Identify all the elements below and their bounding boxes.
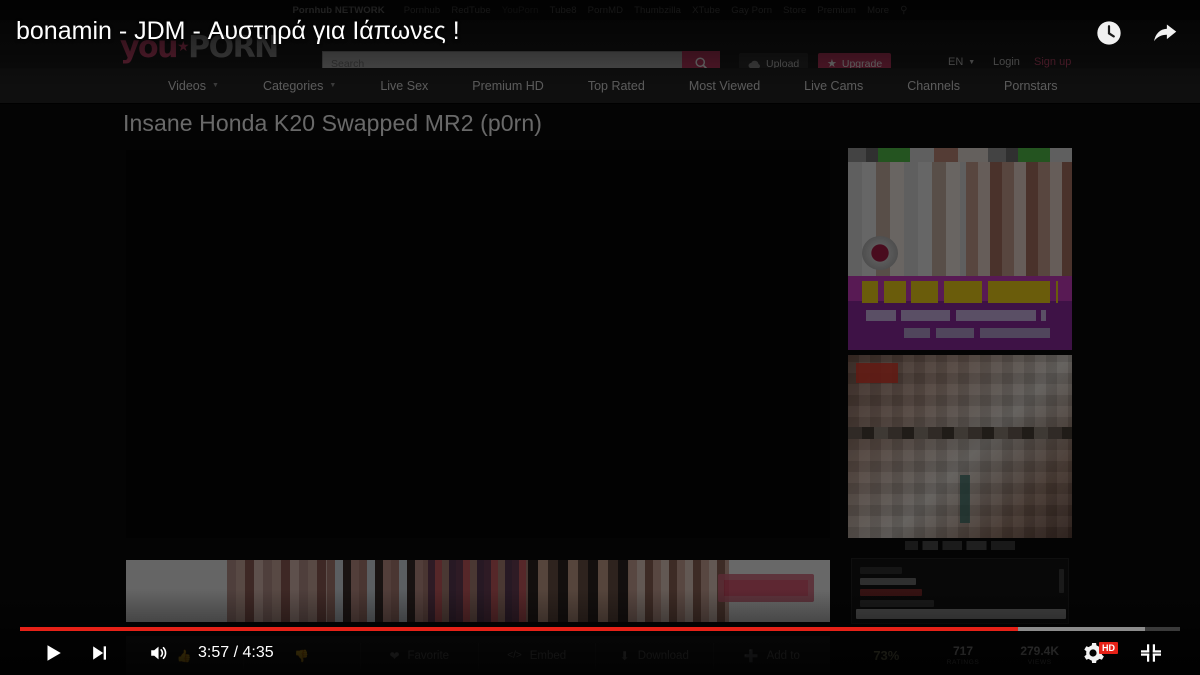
exit-fullscreen-icon: [1141, 644, 1161, 662]
settings-button[interactable]: HD: [1081, 641, 1118, 665]
time-display: 3:57 / 4:35: [198, 644, 274, 661]
player-video-title: bonamin - JDM - Αυστηρά για Ιάπωνες !: [16, 17, 460, 45]
next-track-icon: [93, 646, 106, 660]
volume-button[interactable]: [136, 631, 182, 675]
play-button[interactable]: [30, 631, 76, 675]
share-button[interactable]: [1148, 16, 1182, 50]
player-controls-left: 3:57 / 4:35: [0, 631, 274, 675]
player-top-bar: bonamin - JDM - Αυστηρά για Ιάπωνες !: [0, 0, 1200, 88]
youtube-fullscreen-player: bonamin - JDM - Αυστηρά για Ιάπωνες ! 3:…: [0, 0, 1200, 675]
player-controls: 3:57 / 4:35 HD: [0, 631, 1200, 675]
player-top-actions: [1092, 16, 1182, 50]
exit-fullscreen-button[interactable]: [1128, 631, 1174, 675]
clock-icon: [1097, 21, 1121, 45]
next-video-button[interactable]: [76, 631, 122, 675]
volume-icon: [151, 646, 167, 660]
watch-later-button[interactable]: [1092, 16, 1126, 50]
player-controls-right: HD: [1081, 631, 1200, 675]
hd-quality-badge: HD: [1099, 642, 1118, 654]
screen-root: Pornhub NETWORK Pornhub RedTube YouPorn …: [0, 0, 1200, 675]
player-bottom-bar: 3:57 / 4:35 HD: [0, 589, 1200, 675]
share-arrow-icon: [1154, 24, 1177, 42]
play-icon: [47, 645, 61, 661]
